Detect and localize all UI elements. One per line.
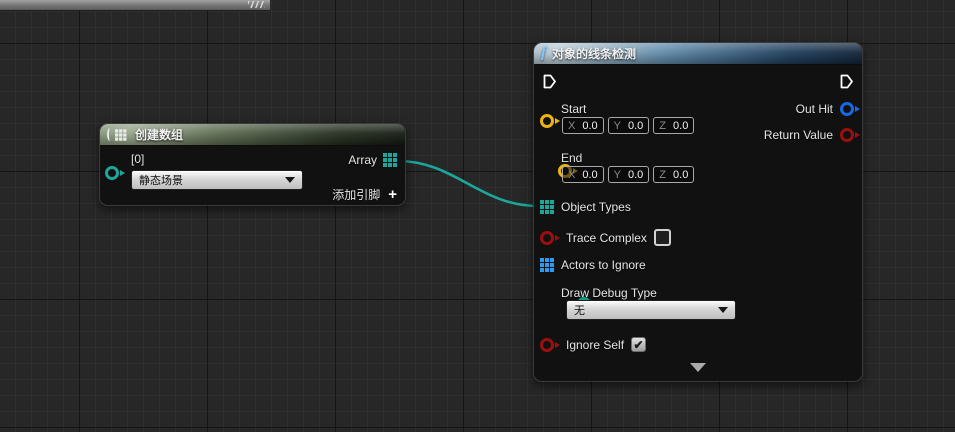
out-hit-output-pin[interactable]: Out Hit (796, 102, 854, 116)
plus-icon: + (388, 187, 397, 202)
y-key: Y (614, 169, 621, 181)
actors-to-ignore-input-pin[interactable]: Actors to Ignore (540, 258, 646, 272)
trace-complex-pin-icon[interactable] (540, 231, 554, 245)
line-trace-header[interactable]: f 对象的线条检测 (534, 43, 862, 65)
out-hit-pin-icon[interactable] (840, 102, 854, 116)
trace-complex-label: Trace Complex (566, 231, 647, 245)
start-vector-fields: X 0.0 Y 0.0 Z 0.0 (562, 117, 694, 134)
y-value: 0.0 (628, 120, 643, 132)
bracket-glyph (107, 128, 113, 141)
return-value-output-pin[interactable]: Return Value (764, 128, 854, 142)
array-output-pin[interactable]: Array (348, 153, 397, 167)
array-grid-icon (115, 129, 126, 140)
object-types-label: Object Types (561, 200, 631, 214)
return-value-pin-icon[interactable] (840, 128, 854, 142)
start-z-field[interactable]: Z 0.0 (653, 117, 694, 134)
start-vector-input-pin[interactable] (540, 114, 554, 128)
z-key: Z (659, 120, 666, 132)
ignore-self-pin-icon[interactable] (540, 338, 554, 352)
array-element-input-pin[interactable] (105, 166, 119, 180)
end-vector-fields: X 0.0 Y 0.0 Z 0.0 (562, 166, 694, 183)
dropdown-arrow-icon (285, 177, 295, 183)
object-types-input-pin[interactable]: Object Types (540, 200, 631, 214)
add-pin-label: 添加引脚 (332, 186, 380, 203)
ignore-self-label: Ignore Self (566, 338, 624, 352)
line-trace-for-objects-node[interactable]: f 对象的线条检测 Start X 0.0 Y 0.0 Z 0.0 (533, 42, 863, 382)
actors-array-pin-icon[interactable] (540, 258, 554, 272)
array-output-label: Array (348, 153, 377, 167)
y-value: 0.0 (628, 169, 643, 181)
element-type-dropdown-value: 静态场景 (139, 172, 183, 188)
function-icon: f (541, 46, 546, 61)
ignore-self-checkbox[interactable]: ✔ (631, 337, 646, 352)
z-key: Z (659, 169, 666, 181)
x-key: X (568, 169, 575, 181)
end-z-field[interactable]: Z 0.0 (653, 166, 694, 183)
x-key: X (568, 120, 575, 132)
resize-grip-icon[interactable] (248, 1, 265, 8)
line-trace-title: 对象的线条检测 (552, 45, 636, 62)
exec-output-pin[interactable] (839, 73, 854, 90)
array-to-object-types-wire[interactable] (398, 161, 538, 206)
draw-debug-type-value: 无 (574, 302, 585, 318)
add-pin-button[interactable]: 添加引脚 + (332, 186, 397, 203)
array-grid-pin-icon[interactable] (383, 153, 397, 167)
panel-edge (0, 0, 270, 11)
dropdown-arrow-icon (718, 307, 728, 313)
make-array-node[interactable]: 创建数组 [0] 静态场景 Array 添加引脚 + (99, 123, 406, 206)
x-value: 0.0 (582, 169, 597, 181)
start-y-field[interactable]: Y 0.0 (608, 117, 650, 134)
start-pin-label: Start (561, 102, 586, 116)
end-x-field[interactable]: X 0.0 (562, 166, 604, 183)
z-value: 0.0 (673, 169, 688, 181)
make-array-header[interactable]: 创建数组 (100, 124, 405, 146)
actors-to-ignore-label: Actors to Ignore (561, 258, 646, 272)
y-key: Y (614, 120, 621, 132)
trace-complex-checkbox[interactable] (654, 229, 671, 246)
exec-input-pin[interactable] (542, 73, 557, 90)
trace-complex-input-pin[interactable]: Trace Complex (540, 229, 671, 246)
expand-node-arrow[interactable] (690, 363, 706, 372)
blueprint-graph-canvas[interactable]: 创建数组 [0] 静态场景 Array 添加引脚 + f 对象的线条检测 Sta… (0, 0, 955, 432)
return-value-label: Return Value (764, 128, 833, 142)
start-x-field[interactable]: X 0.0 (562, 117, 604, 134)
draw-debug-type-dropdown[interactable]: 无 (566, 300, 736, 320)
array-element-label: [0] (131, 152, 144, 166)
draw-debug-type-label: Draw Debug Type (561, 286, 657, 300)
out-hit-label: Out Hit (796, 102, 833, 116)
z-value: 0.0 (673, 120, 688, 132)
ignore-self-input-pin[interactable]: Ignore Self ✔ (540, 337, 646, 352)
x-value: 0.0 (582, 120, 597, 132)
make-array-icon (107, 128, 129, 142)
end-y-field[interactable]: Y 0.0 (608, 166, 650, 183)
element-type-dropdown[interactable]: 静态场景 (131, 170, 303, 190)
end-pin-label: End (561, 151, 582, 165)
make-array-title: 创建数组 (135, 126, 183, 143)
object-types-array-pin-icon[interactable] (540, 200, 554, 214)
